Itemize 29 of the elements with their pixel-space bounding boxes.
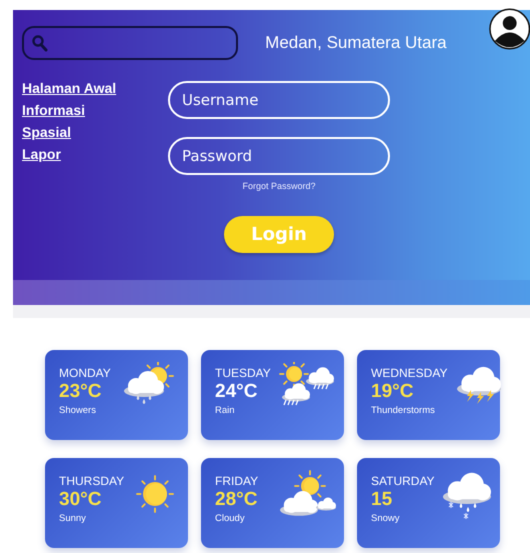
nav-link[interactable]: Lapor	[22, 145, 61, 164]
day-label: TUESDAY	[215, 366, 271, 380]
day-label: THURSDAY	[59, 474, 124, 488]
day-label: SATURDAY	[371, 474, 435, 488]
username-field[interactable]: Username	[168, 81, 390, 119]
day-label: WEDNESDAY	[371, 366, 448, 380]
condition-label: Rain	[215, 405, 236, 416]
day-label: MONDAY	[59, 366, 111, 380]
temperature-label: 19°C	[371, 381, 414, 403]
temperature-label: 30°C	[59, 489, 102, 511]
nav-link[interactable]: Informasi	[22, 101, 86, 120]
nav-link[interactable]: Halaman Awal	[22, 79, 116, 98]
password-field[interactable]: Password	[168, 137, 390, 175]
temperature-label: 15	[371, 489, 394, 511]
temperature-label: 23°C	[59, 381, 102, 403]
forgot-password-link[interactable]: Forgot Password?	[242, 181, 316, 191]
user-avatar-icon[interactable]	[488, 6, 530, 52]
condition-label: Showers	[59, 405, 97, 416]
search-icon	[32, 34, 48, 52]
temperature-label: 28°C	[215, 489, 258, 511]
search-field[interactable]	[22, 26, 238, 60]
day-label: FRIDAY	[215, 474, 258, 488]
condition-label: Sunny	[59, 513, 87, 524]
nav-link[interactable]: Spasial	[22, 123, 72, 142]
condition-label: Thunderstorms	[371, 405, 436, 416]
temperature-label: 24°C	[215, 381, 258, 403]
condition-label: Snowy	[371, 513, 401, 524]
location-label: Medan, Sumatera Utara	[265, 33, 447, 53]
condition-label: Cloudy	[215, 513, 246, 524]
